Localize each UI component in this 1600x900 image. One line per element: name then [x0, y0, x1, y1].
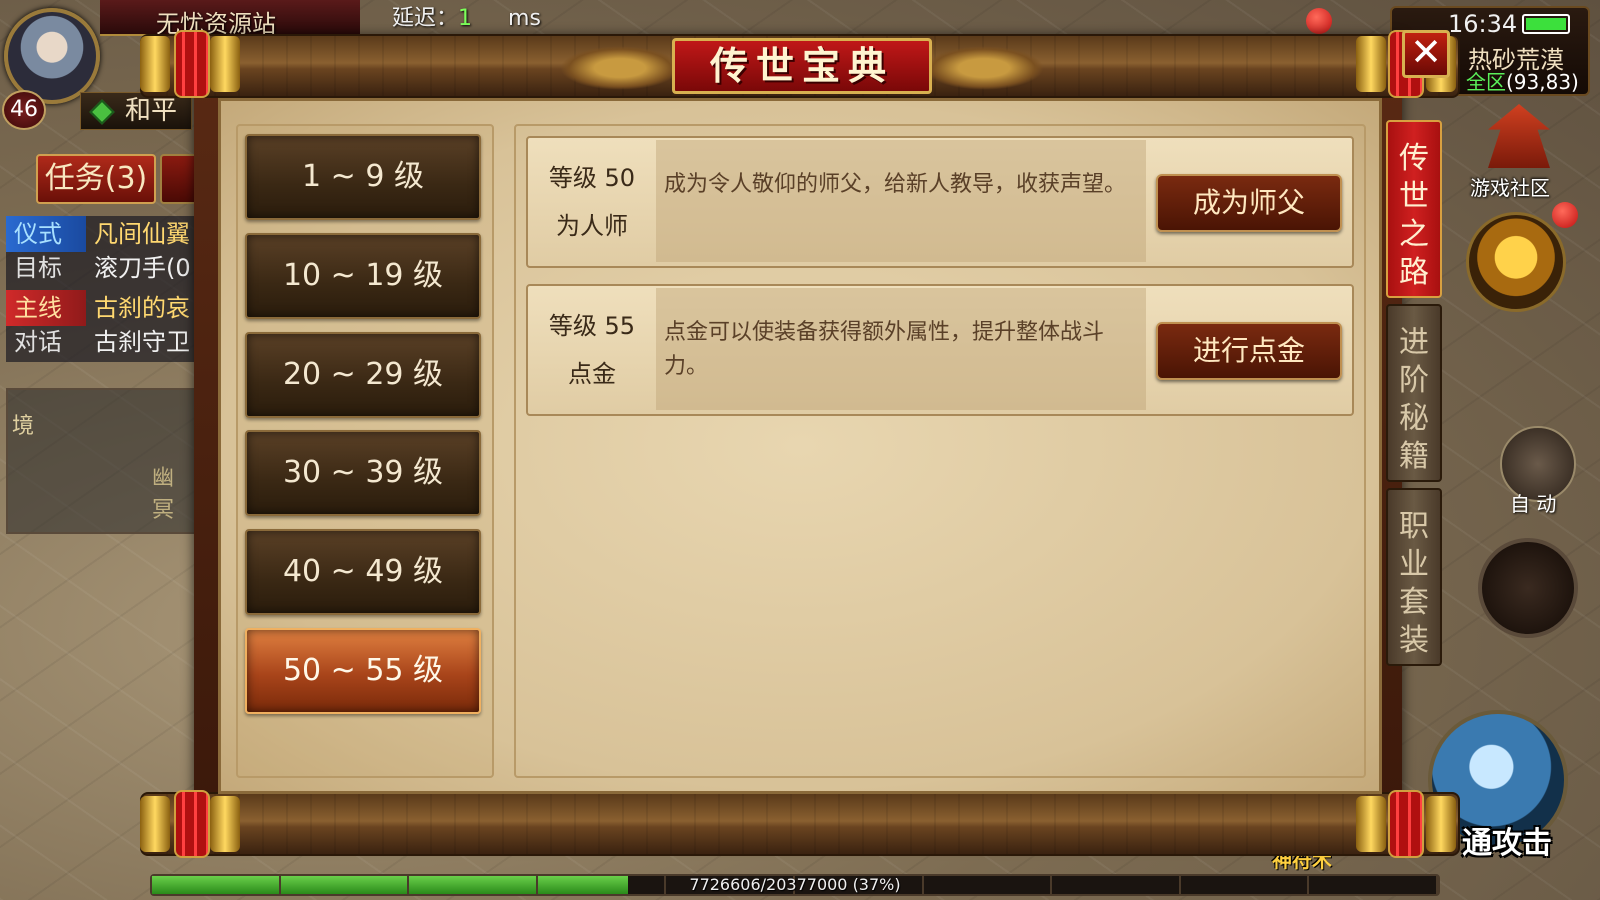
latency-readout: 延迟：1 ms — [392, 0, 541, 32]
quest-text: 凡间仙翼 — [94, 220, 190, 248]
latency-label: 延迟： — [392, 6, 459, 31]
auto-label: 自 动 — [1510, 492, 1557, 516]
feature-level-cell: 等级 50 为人师 — [528, 138, 656, 266]
level-range-tab-active[interactable]: 50 ~ 55 级 — [245, 628, 481, 714]
scroll-bottom-bar — [140, 792, 1460, 856]
diamond-icon — [89, 99, 115, 125]
feature-level: 等级 55 — [548, 312, 636, 340]
feature-entry: 等级 55 点金 点金可以使装备获得额外属性，提升整体战斗力。 进行点金 — [526, 284, 1354, 416]
mini-map[interactable]: 境 幽冥 — [6, 388, 196, 534]
quest-tracker[interactable]: 仪式 凡间仙翼 目标 滚刀手(0 主线 古刹的哀 对话 古刹守卫 — [6, 216, 196, 362]
latency-unit: ms — [508, 6, 541, 31]
quest-row[interactable]: 目标 滚刀手(0 — [6, 250, 196, 286]
attack-label: 通攻击 — [1462, 826, 1552, 861]
scroll-roller-top-left — [140, 22, 240, 106]
side-tab-advanced-guide[interactable]: 进阶秘籍 — [1386, 304, 1442, 482]
quest-text: 古刹守卫 — [94, 328, 190, 356]
scroll-roller-bottom-right — [1356, 782, 1456, 866]
battery-icon — [1522, 14, 1570, 34]
quest-text: 滚刀手(0 — [94, 254, 191, 282]
latency-value: 1 — [458, 6, 473, 31]
level-range-tab[interactable]: 30 ~ 39 级 — [245, 430, 481, 516]
community-label: 游戏社区 — [1470, 176, 1550, 200]
quest-row[interactable]: 仪式 凡间仙翼 — [6, 216, 196, 252]
title-ornament-right — [924, 46, 1044, 90]
clock: 16:34 — [1448, 10, 1518, 38]
feature-level: 等级 50 — [548, 164, 636, 192]
title-ornament-left — [560, 46, 680, 90]
become-master-button[interactable]: 成为师父 — [1156, 174, 1342, 232]
quest-row[interactable]: 对话 古刹守卫 — [6, 324, 196, 360]
task-tab[interactable]: 任务(3) — [36, 154, 156, 204]
notification-dot — [1306, 8, 1332, 34]
notification-dot — [1552, 202, 1578, 228]
level-range-tab[interactable]: 10 ~ 19 级 — [245, 233, 481, 319]
level-range-tab[interactable]: 40 ~ 49 级 — [245, 529, 481, 615]
mini-map-label: 幽冥 — [152, 466, 175, 523]
community-button[interactable]: 游戏社区 — [1464, 104, 1574, 204]
feature-level-cell: 等级 55 点金 — [528, 286, 656, 414]
quest-row[interactable]: 主线 古刹的哀 — [6, 290, 196, 326]
gilding-button[interactable]: 进行点金 — [1156, 322, 1342, 380]
close-button[interactable]: ✕ — [1402, 30, 1450, 78]
side-tab-label: 职业套装 — [1399, 509, 1429, 658]
scroll-roller-bottom-left — [140, 782, 240, 866]
map-coordinates: 全区(93,83) — [1466, 66, 1579, 95]
quest-tag: 对话 — [14, 328, 62, 356]
side-tab-label: 传世之路 — [1399, 141, 1429, 290]
feature-description: 点金可以使装备获得额外属性，提升整体战斗力。 — [656, 288, 1146, 410]
side-tab-class-sets[interactable]: 职业套装 — [1386, 488, 1442, 666]
quest-tag: 目标 — [14, 254, 62, 282]
feature-description: 成为令人敬仰的师父，给新人教导，收获声望。 — [656, 140, 1146, 262]
level-range-tab[interactable]: 1 ~ 9 级 — [245, 134, 481, 220]
quest-tag: 主线 — [6, 290, 86, 326]
pagoda-icon — [1488, 104, 1550, 168]
side-tab-label: 进阶秘籍 — [1399, 325, 1429, 474]
quest-text: 古刹的哀 — [94, 294, 190, 322]
player-level-badge: 46 — [2, 90, 46, 130]
level-range-tab[interactable]: 20 ~ 29 级 — [245, 332, 481, 418]
quest-tag: 仪式 — [6, 216, 86, 252]
experience-bar: 7726606/20377000 (37%) — [150, 874, 1440, 896]
skill-slot[interactable] — [1478, 538, 1578, 638]
gold-ingot-button[interactable] — [1466, 212, 1566, 312]
feature-name: 点金 — [568, 360, 616, 388]
feature-name: 为人师 — [556, 212, 628, 240]
side-tab-legend-path[interactable]: 传世之路 — [1386, 120, 1442, 298]
auto-battle-button[interactable]: 自 动 — [1500, 426, 1576, 516]
feature-entry: 等级 50 为人师 成为令人敬仰的师父，给新人教导，收获声望。 成为师父 — [526, 136, 1354, 268]
coords: (93,83) — [1506, 70, 1579, 94]
mini-map-label: 境 — [12, 414, 35, 439]
dialog-title: 传世宝典 — [672, 38, 932, 94]
map-zone: 全区 — [1466, 70, 1506, 94]
experience-text: 7726606/20377000 (37%) — [689, 875, 901, 894]
